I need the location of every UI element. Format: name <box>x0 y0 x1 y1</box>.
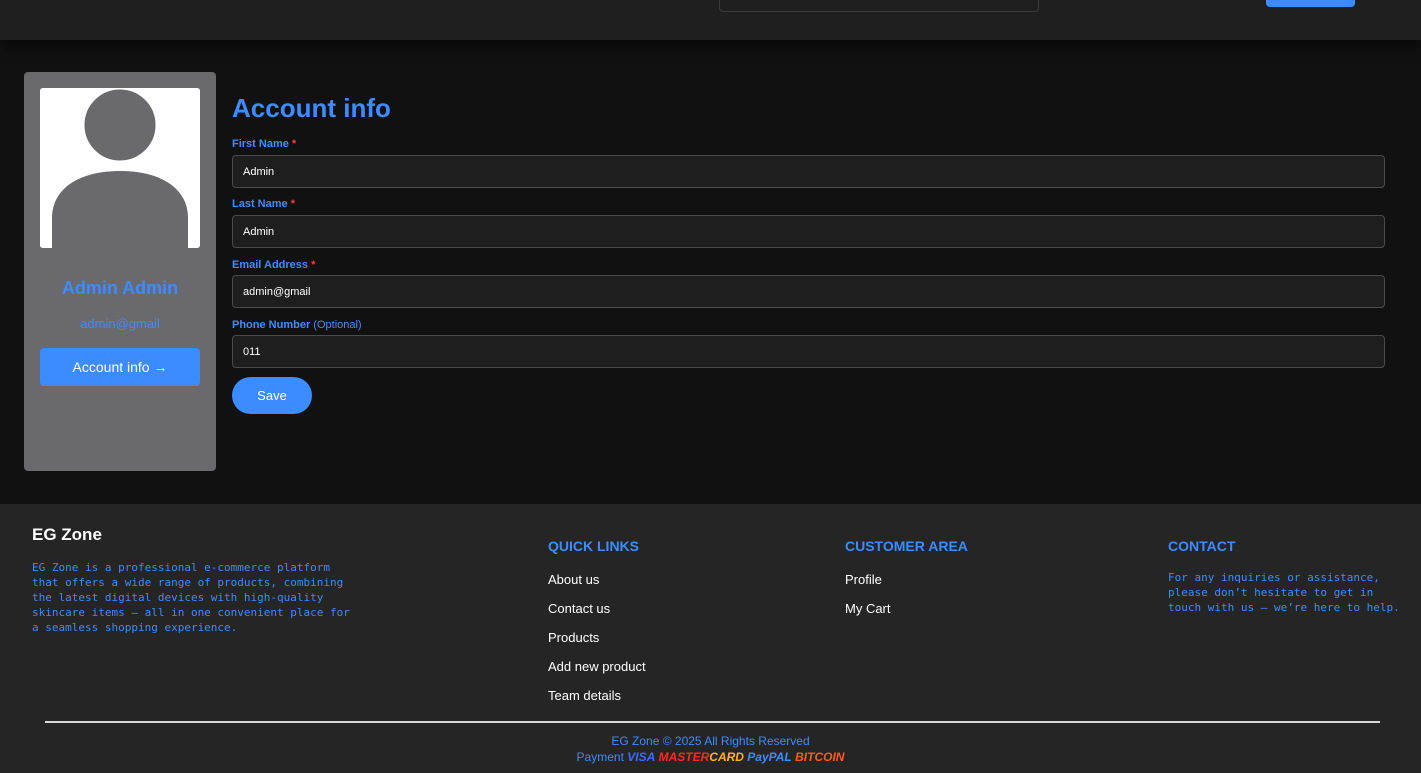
header-button[interactable] <box>1266 0 1355 7</box>
first-name-group: First Name * <box>232 137 1385 188</box>
visa-label: VISA <box>627 750 656 764</box>
phone-input[interactable] <box>232 335 1385 368</box>
quick-links-list: About us Contact us Products Add new pro… <box>548 571 646 716</box>
profile-email: admin@gmail <box>80 316 160 331</box>
profile-card: Admin Admin admin@gmail Account info → <box>24 72 216 471</box>
header-search-input[interactable] <box>719 0 1039 12</box>
list-item: Products <box>548 629 646 658</box>
top-header <box>0 0 1421 40</box>
account-info-button[interactable]: Account info → <box>40 348 200 386</box>
mastercard-card-label: CARD <box>709 750 744 764</box>
quick-links-title: QUICK LINKS <box>548 538 639 554</box>
phone-label: Phone Number (Optional) <box>232 319 362 331</box>
footer-description: EG Zone is a professional e-commerce pla… <box>32 561 350 634</box>
customer-area-title: CUSTOMER AREA <box>845 538 968 554</box>
phone-group: Phone Number (Optional) <box>232 318 1385 368</box>
last-name-label: Last Name * <box>232 198 295 210</box>
email-label: Email Address * <box>232 259 316 271</box>
optional-hint: (Optional) <box>313 319 362 331</box>
save-button[interactable]: Save <box>232 377 312 414</box>
footer: EG Zone EG Zone is a professional e-comm… <box>0 504 1421 773</box>
link-profile[interactable]: Profile <box>845 572 882 587</box>
email-group: Email Address * <box>232 258 1385 308</box>
contact-title: CONTACT <box>1168 538 1236 554</box>
footer-brand: EG Zone <box>32 525 102 544</box>
link-about-us[interactable]: About us <box>548 572 599 587</box>
list-item: Team details <box>548 687 646 716</box>
footer-divider <box>45 721 1380 723</box>
list-item: Contact us <box>548 600 646 629</box>
last-name-input[interactable] <box>232 215 1385 248</box>
paypal-label: PayPAL <box>747 750 792 764</box>
required-mark: * <box>290 198 295 210</box>
account-form: Account info First Name * Last Name * Em… <box>232 90 1385 414</box>
page-title: Account info <box>232 93 391 123</box>
link-my-cart[interactable]: My Cart <box>845 601 891 616</box>
list-item: Profile <box>845 571 891 600</box>
bitcoin-label: BITCOIN <box>795 750 845 764</box>
copyright: EG Zone © 2025 All Rights Reserved <box>611 734 810 748</box>
profile-name: Admin Admin <box>61 278 179 298</box>
email-input[interactable] <box>232 275 1385 308</box>
last-name-group: Last Name * <box>232 197 1385 248</box>
list-item: Add new product <box>548 658 646 687</box>
list-item: About us <box>548 571 646 600</box>
required-mark: * <box>311 259 316 271</box>
required-mark: * <box>291 138 297 150</box>
link-add-new-product[interactable]: Add new product <box>548 659 646 674</box>
avatar <box>40 88 200 248</box>
list-item: My Cart <box>845 600 891 629</box>
user-placeholder-icon <box>40 88 200 248</box>
payment-label: Payment <box>576 750 624 764</box>
link-products[interactable]: Products <box>548 630 599 645</box>
mastercard-label: MASTER <box>658 750 710 764</box>
link-contact-us[interactable]: Contact us <box>548 601 610 616</box>
first-name-input[interactable] <box>232 155 1385 188</box>
customer-area-list: Profile My Cart <box>845 571 891 629</box>
first-name-label: First Name * <box>232 138 297 150</box>
contact-text: For any inquiries or assistance, please … <box>1168 571 1400 614</box>
link-team-details[interactable]: Team details <box>548 688 621 703</box>
payment-methods: Payment VISA MASTERCARD PayPAL BITCOIN <box>0 750 1421 764</box>
